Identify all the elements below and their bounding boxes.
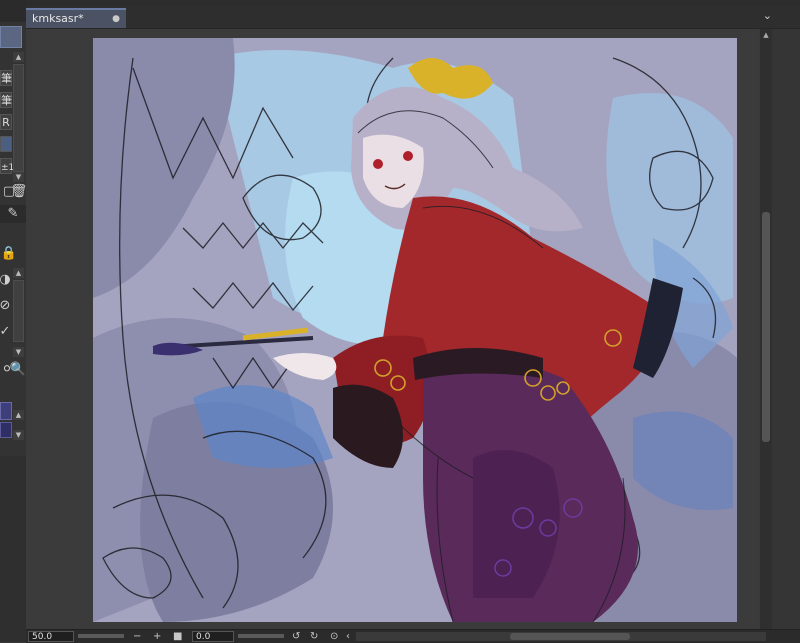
check-icon[interactable]: ✓ bbox=[0, 324, 14, 340]
clip-icon[interactable]: ⊘ bbox=[0, 298, 14, 314]
zoom-out-icon[interactable]: − bbox=[133, 630, 141, 643]
size-step-button[interactable]: ±1 bbox=[0, 158, 14, 174]
flip-icon[interactable]: ‹ bbox=[346, 630, 350, 643]
fit-icon[interactable]: ■ bbox=[173, 630, 182, 643]
sub-color-swatch[interactable] bbox=[0, 422, 12, 438]
canvas-status-bar: 50.0 − + ■ 0.0 ↺ ↻ ⊙ ‹ bbox=[26, 629, 800, 643]
left-tool-palette: ▲ 筆 筆 R ±1 ▼ ▢ 🗑 ✎ 🔒 ▲ ◑ ⊘ ✓ ▼ ⚪ 🔍 ▲ ▼ bbox=[0, 0, 27, 642]
illustration bbox=[93, 38, 737, 622]
document-tab-title: kmksasr* bbox=[32, 12, 84, 25]
color-scroll-down-arrow[interactable]: ▼ bbox=[13, 430, 24, 440]
brush-label-1: 筆 bbox=[1, 72, 12, 85]
lock-icon[interactable]: 🔒 bbox=[0, 246, 18, 262]
vertical-scroll-thumb[interactable] bbox=[762, 212, 770, 442]
right-panel-edge bbox=[772, 29, 800, 629]
scroll-up-arrow[interactable]: ▲ bbox=[13, 52, 24, 62]
pen-icon[interactable]: ✎ bbox=[4, 206, 22, 222]
zoom-field[interactable]: 50.0 bbox=[28, 631, 74, 642]
brush-tool-1[interactable]: 筆 bbox=[0, 70, 12, 86]
horizontal-scrollbar[interactable] bbox=[356, 632, 766, 641]
rotate-right-icon[interactable]: ↻ bbox=[310, 630, 318, 643]
zoom-slider[interactable] bbox=[78, 634, 124, 638]
sub-scroll-up-arrow[interactable]: ▲ bbox=[13, 268, 24, 278]
sub-scroll-down-arrow[interactable]: ▼ bbox=[13, 347, 24, 357]
document-tab-bar: kmksasr* ● ⌄ bbox=[26, 6, 800, 29]
sub-scrollbar[interactable] bbox=[13, 280, 24, 342]
rotate-left-icon[interactable]: ↺ bbox=[292, 630, 300, 643]
palette-header bbox=[0, 0, 26, 22]
brush-label-r: R bbox=[2, 116, 10, 129]
rotation-field[interactable]: 0.0 bbox=[192, 631, 234, 642]
brush-tool-2[interactable]: 筆 bbox=[0, 92, 12, 108]
canvas-workspace[interactable] bbox=[26, 29, 758, 629]
blend-icon[interactable]: ◑ bbox=[0, 272, 14, 288]
unsaved-dot-icon[interactable]: ● bbox=[112, 14, 120, 24]
selected-tool-button[interactable] bbox=[0, 26, 22, 48]
horizontal-scroll-thumb[interactable] bbox=[510, 633, 630, 640]
main-color-swatch[interactable] bbox=[0, 402, 12, 420]
brush-tool-r[interactable]: R bbox=[0, 114, 12, 130]
reset-rotation-icon[interactable]: ⊙ bbox=[330, 630, 338, 643]
palette-scrollbar[interactable] bbox=[13, 64, 24, 172]
drawing-canvas[interactable] bbox=[93, 38, 737, 622]
color-scroll-up-arrow[interactable]: ▲ bbox=[13, 410, 24, 420]
scroll-down-arrow[interactable]: ▼ bbox=[13, 172, 24, 182]
zoom-in-icon[interactable]: + bbox=[153, 630, 161, 643]
scroll-up-icon[interactable]: ▲ bbox=[760, 30, 772, 40]
document-tab[interactable]: kmksasr* ● bbox=[26, 8, 126, 28]
search-icon[interactable]: 🔍 bbox=[9, 362, 27, 378]
layer-tool[interactable] bbox=[0, 136, 12, 152]
vertical-scrollbar[interactable]: ▲ bbox=[760, 29, 772, 629]
palette-empty-area bbox=[0, 456, 26, 642]
chevron-down-icon[interactable]: ⌄ bbox=[763, 9, 772, 22]
rotation-slider[interactable] bbox=[238, 634, 284, 638]
brush-label-2: 筆 bbox=[1, 94, 12, 107]
